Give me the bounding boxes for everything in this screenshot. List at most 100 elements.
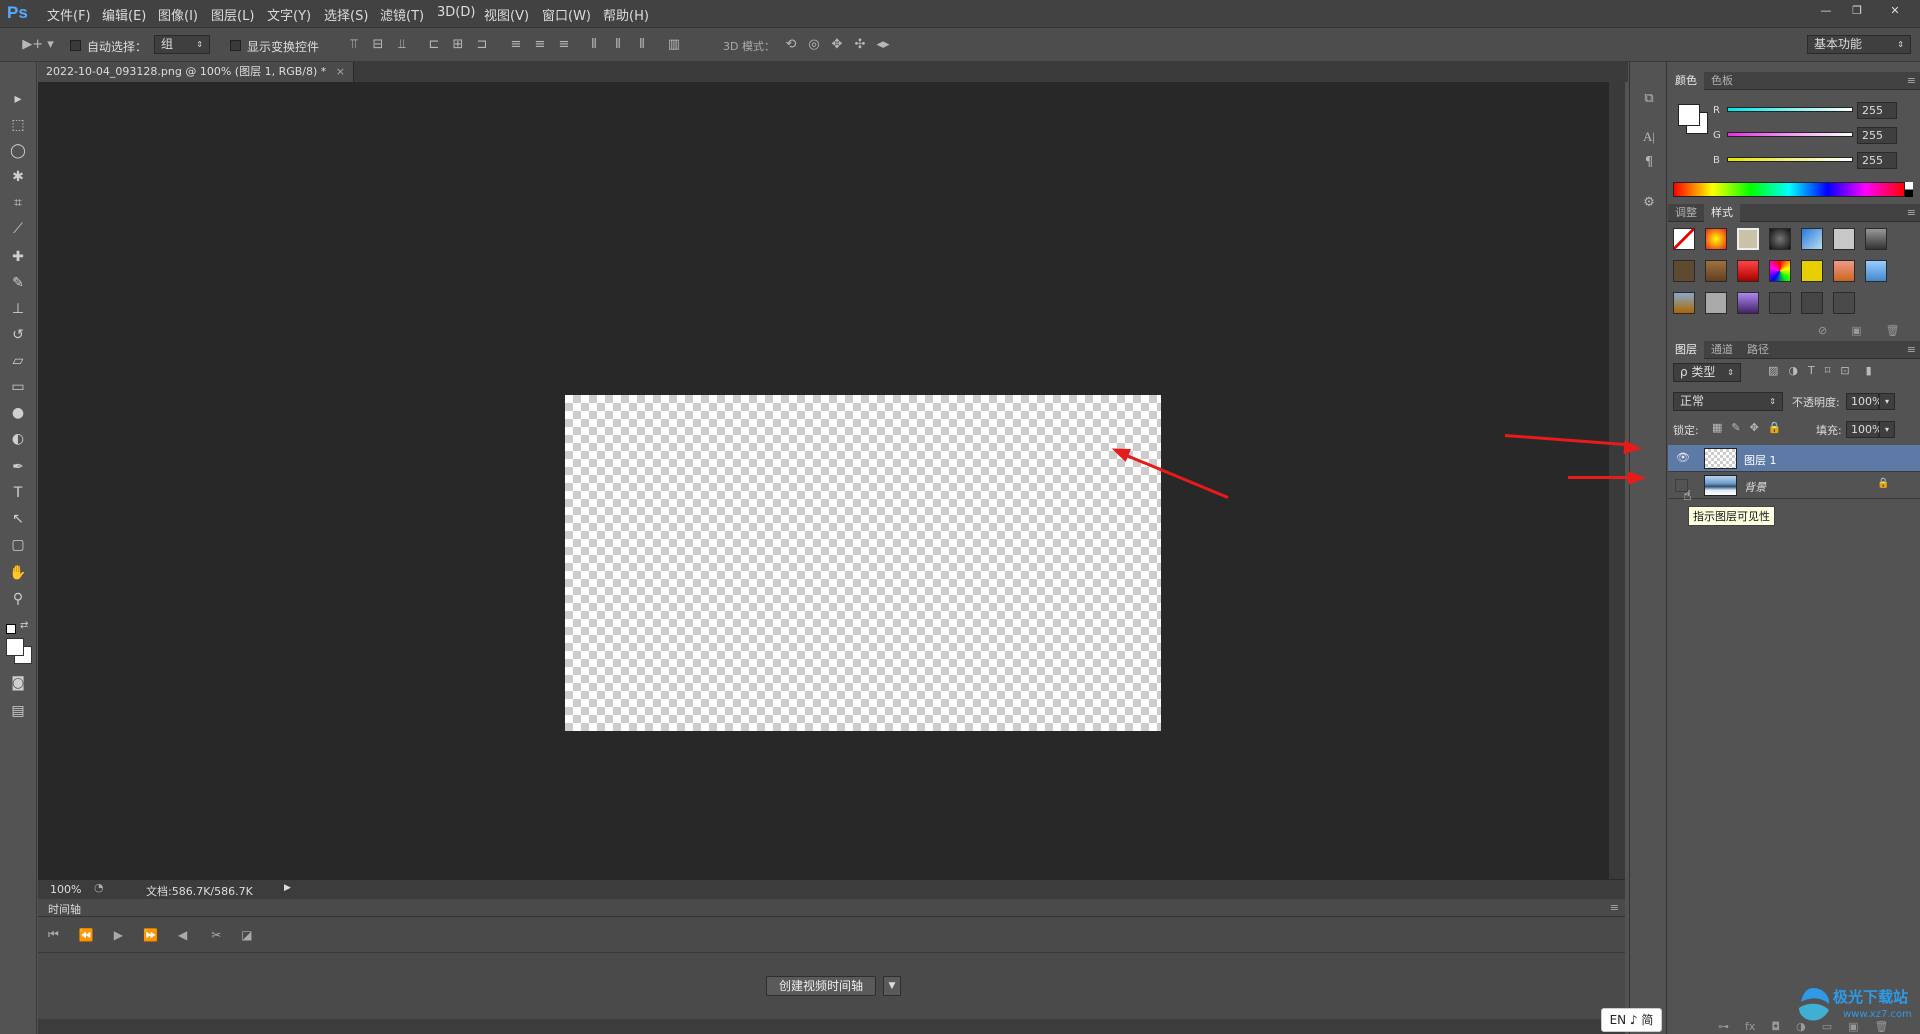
auto-align-icon[interactable]: ▥ [665,36,683,54]
styles-panel-menu-icon[interactable]: ≡ [1907,206,1916,219]
color-panel-menu-icon[interactable]: ≡ [1907,74,1916,87]
screen-mode-icon[interactable]: ▤ [6,700,30,722]
opacity-input[interactable]: 100% [1846,393,1882,410]
lock-position-icon[interactable]: ✥ [1750,421,1759,434]
blur-tool-icon[interactable]: ● [6,402,30,424]
tab-styles[interactable]: 样式 [1704,203,1740,222]
fg-color-chip-front[interactable] [1678,104,1700,126]
close-tab-icon[interactable]: × [336,65,345,78]
menu-type[interactable]: 文字(Y) [267,5,311,24]
distribute-vcenter-icon[interactable]: ≡ [531,36,549,54]
background-layer-name[interactable]: 背景 [1744,479,1766,495]
style-swatch[interactable] [1801,292,1823,314]
lock-all-icon[interactable]: 🔒 [1768,421,1782,434]
tab-channels[interactable]: 通道 [1704,341,1740,359]
style-swatch[interactable] [1801,228,1823,250]
paragraph-panel-icon[interactable]: ¶ [1639,154,1659,172]
align-hcenter-icon[interactable]: ⊞ [449,36,467,54]
workspace-dropdown[interactable]: 基本功能 ⇕ [1807,35,1911,54]
style-swatch[interactable] [1737,260,1759,282]
next-frame-icon[interactable]: ⏩ [143,928,158,942]
character-panel-icon[interactable]: A| [1639,128,1659,146]
layer-row-background[interactable]: 背景 🔒 [1668,472,1920,499]
default-colors-icon[interactable] [6,624,16,634]
transition-icon[interactable]: ◪ [241,928,252,942]
history-brush-icon[interactable]: ↺ [6,324,30,346]
tab-color[interactable]: 颜色 [1668,71,1704,90]
channel-r-value[interactable]: 255 [1857,102,1897,119]
auto-select-checkbox[interactable] [70,40,81,51]
eraser-tool-icon[interactable]: ▱ [6,350,30,372]
distribute-left-icon[interactable]: ⦀ [585,36,603,54]
menu-window[interactable]: 窗口(W) [542,5,591,24]
crop-tool-icon[interactable]: ⌗ [6,192,30,214]
style-swatch[interactable] [1705,260,1727,282]
tab-adjustments[interactable]: 调整 [1668,204,1704,222]
tab-swatches[interactable]: 色板 [1704,72,1740,90]
eyedropper-icon[interactable]: ⟋ [6,218,30,240]
status-menu-icon[interactable]: ◔ [94,881,104,894]
style-swatch[interactable] [1769,260,1791,282]
history-panel-icon[interactable]: ⧉ [1639,90,1659,108]
filter-type-icon[interactable]: T [1808,364,1815,377]
menu-filter[interactable]: 滤镜(T) [380,5,424,24]
dodge-tool-icon[interactable]: ◐ [6,428,30,450]
properties-panel-icon[interactable]: ⚙ [1639,194,1659,212]
zoom-level[interactable]: 100% [50,883,81,896]
distribute-hcenter-icon[interactable]: ⦀ [609,36,627,54]
menu-edit[interactable]: 编辑(E) [102,5,146,24]
quick-mask-icon[interactable]: ◙ [6,672,30,694]
auto-select-target-dropdown[interactable]: 组 ⇕ [154,35,210,54]
magic-wand-icon[interactable]: ✱ [6,166,30,188]
add-mask-icon[interactable]: ◘ [1771,1020,1780,1033]
style-swatch[interactable] [1865,228,1887,250]
swap-colors-icon[interactable]: ⇄ [20,620,28,631]
style-swatch[interactable] [1833,292,1855,314]
channel-b-slider[interactable] [1727,157,1853,162]
menu-help[interactable]: 帮助(H) [603,5,649,24]
style-swatch[interactable] [1833,260,1855,282]
filter-smart-object-icon[interactable]: ⊡ [1840,364,1849,377]
lock-pixels-icon[interactable]: ✎ [1731,421,1740,434]
menu-3d[interactable]: 3D(D) [437,5,475,20]
transparent-canvas[interactable] [565,395,1161,731]
3d-scale-icon[interactable]: ◂▸ [874,36,892,54]
vertical-scrollbar[interactable] [1609,82,1625,879]
distribute-bottom-icon[interactable]: ≡ [555,36,573,54]
new-style-icon[interactable]: ▣ [1851,324,1861,337]
layers-panel-menu-icon[interactable]: ≡ [1907,343,1916,356]
channel-r-slider[interactable] [1727,107,1853,112]
3d-slide-icon[interactable]: ✣ [851,36,869,54]
align-top-icon[interactable]: ⫪ [345,36,363,54]
distribute-top-icon[interactable]: ≡ [507,36,525,54]
move-tool-preset-icon[interactable]: ▶+ ▾ [20,36,56,54]
canvas-workspace[interactable] [38,82,1609,879]
ime-indicator[interactable]: EN ♪ 简 [1601,1008,1662,1032]
zoom-tool-icon[interactable]: ⚲ [6,588,30,610]
menu-file[interactable]: 文件(F) [47,5,91,24]
lock-transparency-icon[interactable]: ▦ [1712,421,1722,434]
tab-paths[interactable]: 路径 [1740,341,1776,359]
shape-tool-icon[interactable]: ▢ [6,534,30,556]
pen-tool-icon[interactable]: ✒ [6,456,30,478]
prev-frame-icon[interactable]: ⏪ [79,928,94,942]
align-vcenter-icon[interactable]: ⊟ [369,36,387,54]
hand-tool-icon[interactable]: ✋ [6,562,30,584]
restore-button[interactable]: ❐ [1847,3,1867,19]
menu-layer[interactable]: 图层(L) [211,5,254,24]
path-select-icon[interactable]: ↖ [6,508,30,530]
filter-adjustment-icon[interactable]: ◑ [1788,364,1798,377]
menu-view[interactable]: 视图(V) [484,5,529,24]
style-swatch[interactable] [1705,228,1727,250]
style-swatch[interactable] [1673,260,1695,282]
3d-orbit-icon[interactable]: ⟲ [782,36,800,54]
minimize-button[interactable]: — [1816,3,1836,19]
gradient-tool-icon[interactable]: ▭ [6,376,30,398]
lasso-tool-icon[interactable]: ◯ [6,140,30,162]
style-swatch[interactable] [1865,260,1887,282]
distribute-right-icon[interactable]: ⦀ [633,36,651,54]
menu-select[interactable]: 选择(S) [324,5,368,24]
healing-brush-icon[interactable]: ✚ [6,246,30,268]
create-video-timeline-button[interactable]: 创建视频时间轴 [766,976,877,996]
align-left-icon[interactable]: ⊏ [425,36,443,54]
